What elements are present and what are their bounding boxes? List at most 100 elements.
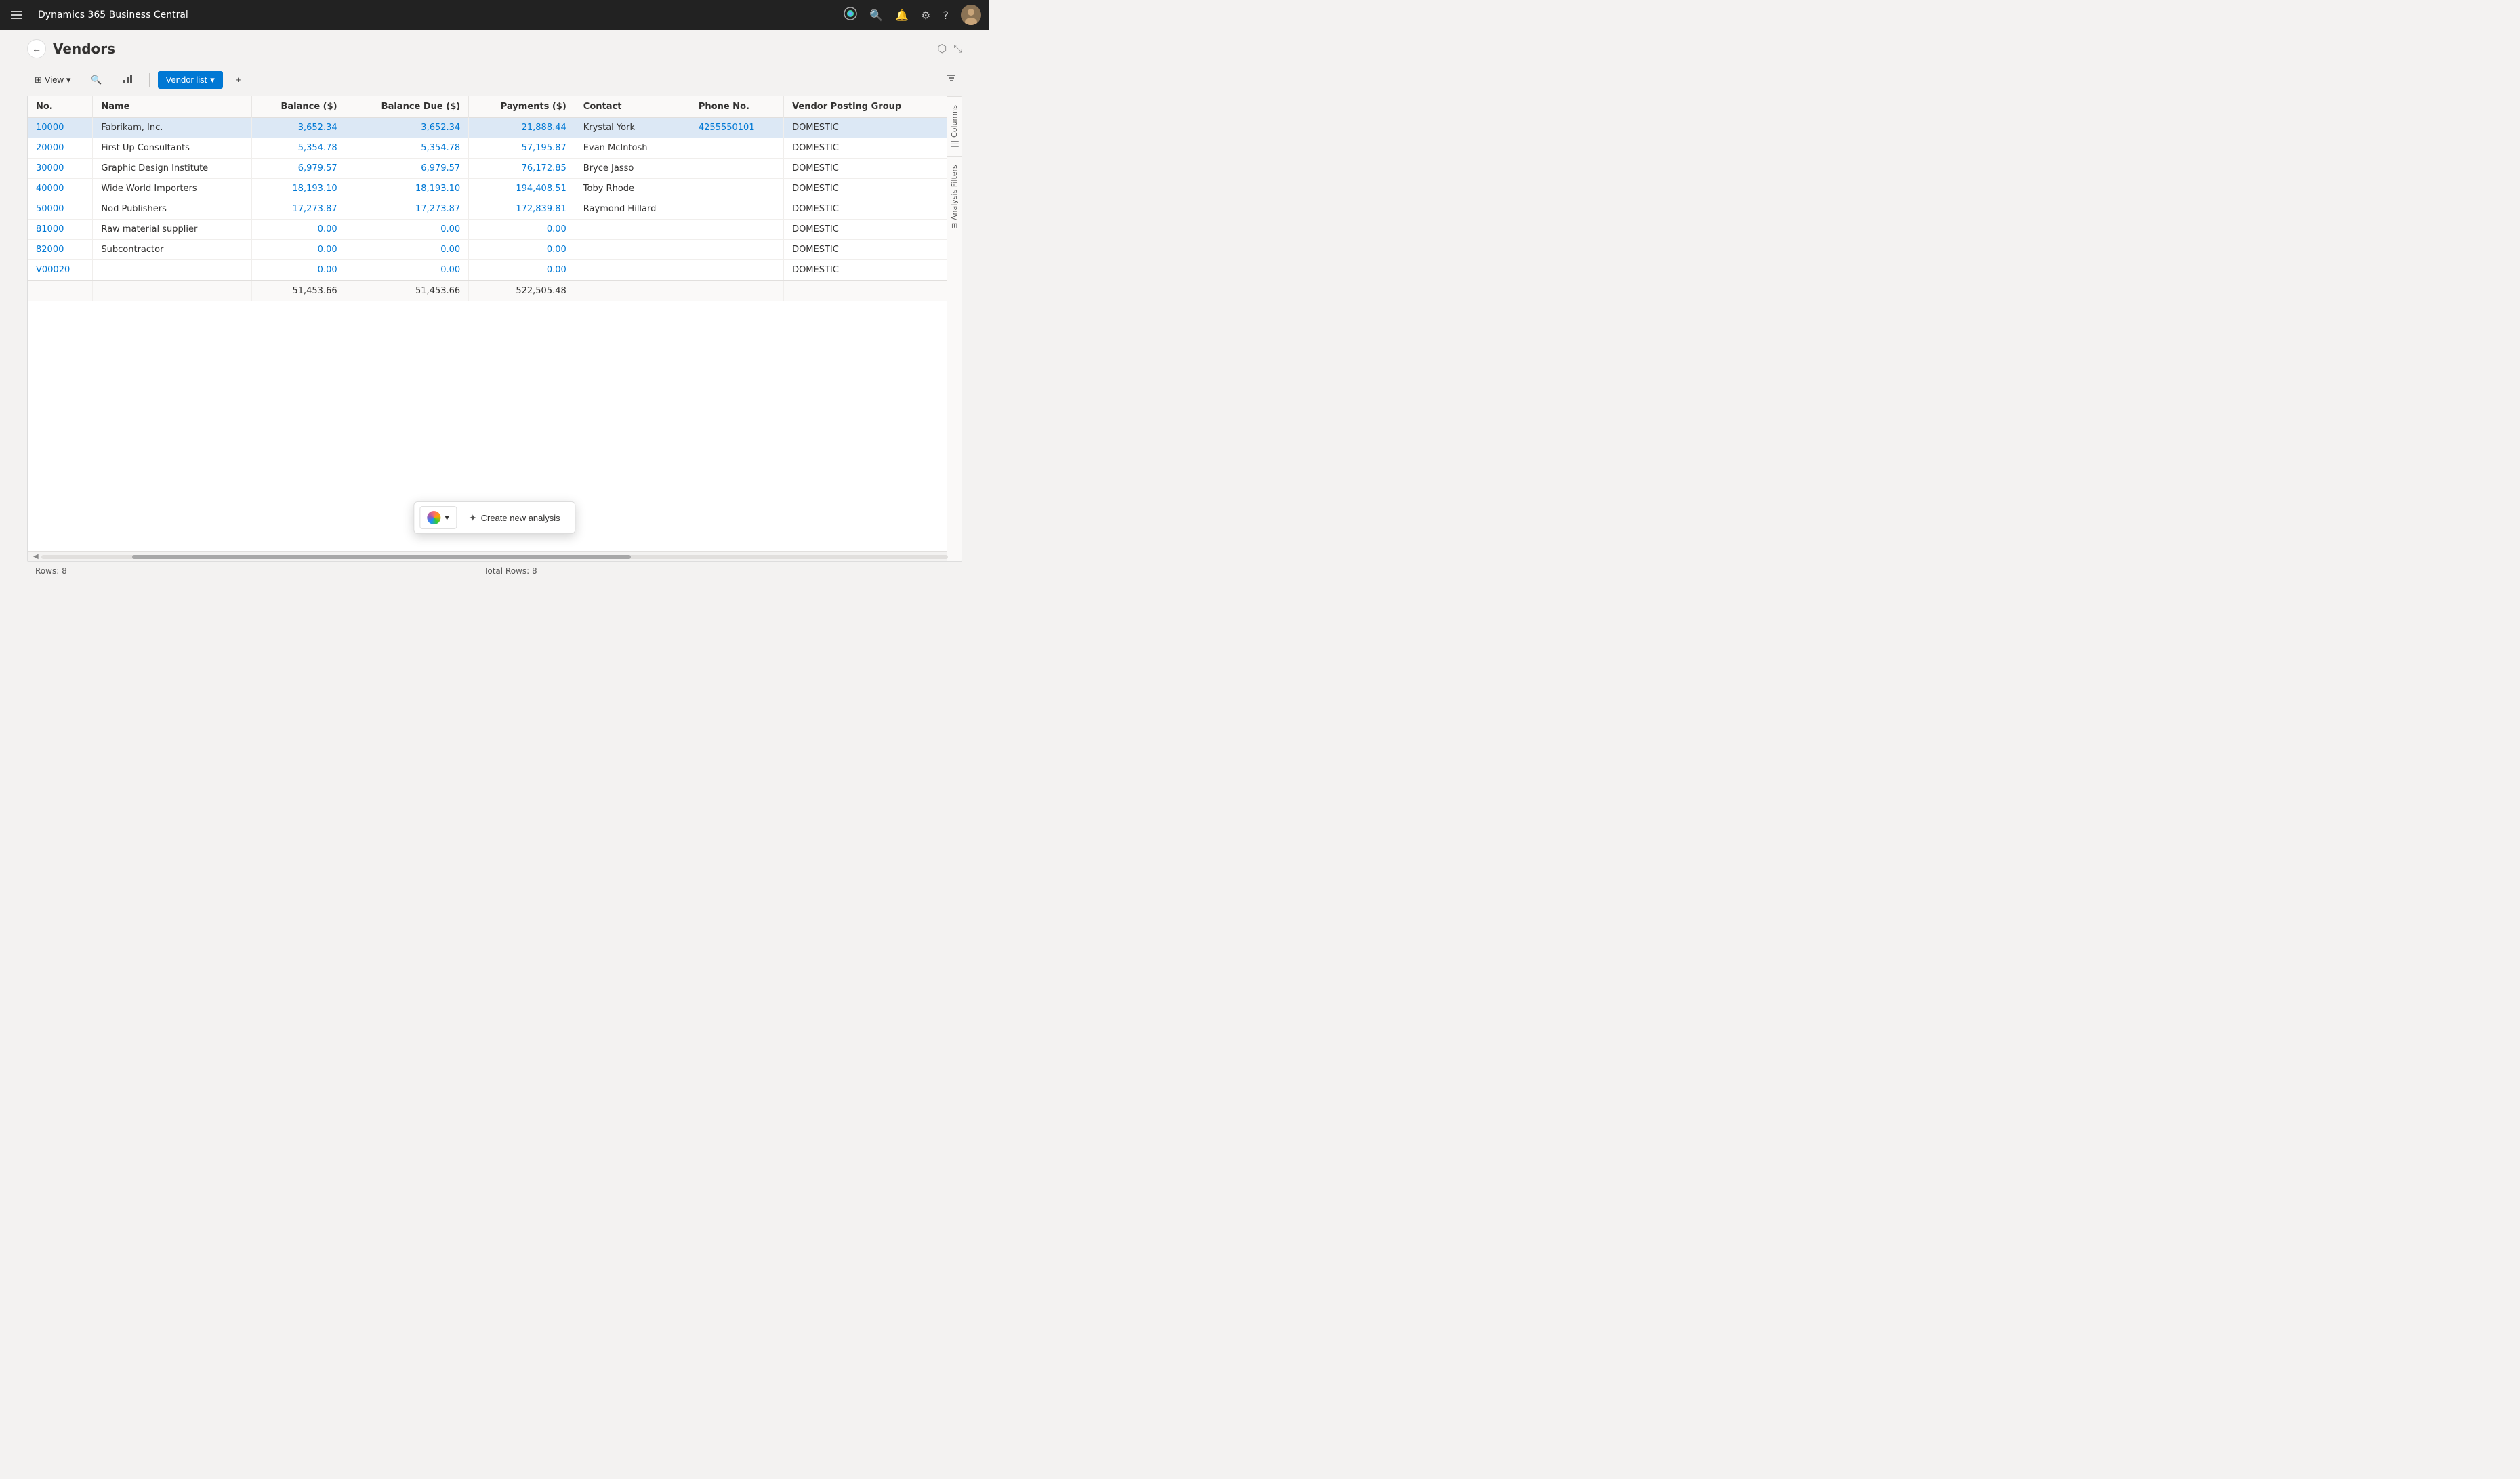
cell-balance: 18,193.10 (251, 179, 346, 199)
cell-no[interactable]: 20000 (28, 138, 93, 159)
cell-balance: 17,273.87 (251, 199, 346, 220)
cell-posting-group: DOMESTIC (784, 179, 962, 199)
table-row[interactable]: 81000 Raw material supplier 0.00 0.00 0.… (28, 220, 962, 240)
cell-no[interactable]: V00020 (28, 260, 93, 281)
table-row[interactable]: 50000 Nod Publishers 17,273.87 17,273.87… (28, 199, 962, 220)
avatar[interactable] (961, 5, 981, 25)
content-area: No. Name Balance ($) Balance Due ($) Pay… (27, 96, 962, 562)
scroll-left-arrow[interactable]: ◀ (30, 553, 41, 560)
cell-balance: 5,354.78 (251, 138, 346, 159)
cell-no[interactable]: 40000 (28, 179, 93, 199)
col-header-no[interactable]: No. (28, 96, 93, 118)
create-analysis-label: Create new analysis (481, 513, 560, 523)
tab-label: Vendor list (166, 75, 207, 85)
cell-phone (690, 199, 783, 220)
page-header-actions: ⬡ ⤡ (937, 42, 962, 56)
total-contact (575, 280, 690, 301)
cell-payments: 0.00 (469, 220, 575, 240)
col-header-payments[interactable]: Payments ($) (469, 96, 575, 118)
cell-no[interactable]: 10000 (28, 118, 93, 138)
expand-icon[interactable]: ⬡ (937, 42, 947, 56)
view-dropdown-icon: ▾ (66, 75, 71, 85)
analysis-filters-label: Analysis Filters (950, 165, 959, 220)
analysis-mode-button[interactable] (115, 69, 141, 90)
status-bar: Rows: 8 Total Rows: 8 (27, 562, 962, 580)
toolbar-divider (149, 73, 150, 87)
vendors-table: No. Name Balance ($) Balance Due ($) Pay… (28, 96, 962, 301)
cell-name: First Up Consultants (93, 138, 251, 159)
filter-button[interactable] (941, 70, 962, 89)
create-analysis-button[interactable]: ✦ Create new analysis (459, 508, 570, 528)
cell-balance: 0.00 (251, 220, 346, 240)
table-row[interactable]: 10000 Fabrikam, Inc. 3,652.34 3,652.34 2… (28, 118, 962, 138)
cell-balance-due: 0.00 (346, 260, 469, 281)
cell-contact (575, 260, 690, 281)
cell-phone (690, 179, 783, 199)
view-button[interactable]: ⊞ View ▾ (27, 70, 78, 89)
back-button[interactable]: ← (27, 39, 46, 58)
total-phone (690, 280, 783, 301)
col-header-balance[interactable]: Balance ($) (251, 96, 346, 118)
vendor-list-tab[interactable]: Vendor list ▾ (158, 71, 223, 89)
table-wrapper[interactable]: No. Name Balance ($) Balance Due ($) Pay… (28, 96, 962, 551)
cell-contact: Toby Rhode (575, 179, 690, 199)
cell-posting-group: DOMESTIC (784, 220, 962, 240)
cell-balance: 0.00 (251, 240, 346, 260)
total-payments: 522,505.48 (469, 280, 575, 301)
notification-icon[interactable]: 🔔 (895, 9, 909, 22)
cell-payments: 21,888.44 (469, 118, 575, 138)
cell-posting-group: DOMESTIC (784, 159, 962, 179)
table-row[interactable]: 30000 Graphic Design Institute 6,979.57 … (28, 159, 962, 179)
cell-posting-group: DOMESTIC (784, 138, 962, 159)
rows-count: Rows: 8 (35, 566, 67, 576)
copilot-button[interactable]: ▾ (419, 506, 457, 529)
columns-tab[interactable]: ||| Columns (947, 96, 962, 156)
topbar: Dynamics 365 Business Central 🔍 🔔 ⚙ ? (0, 0, 989, 30)
col-header-contact[interactable]: Contact (575, 96, 690, 118)
toolbar: ⊞ View ▾ 🔍 Vendor list ▾ + (27, 65, 962, 96)
copilot-icon[interactable] (844, 7, 857, 24)
cell-no[interactable]: 82000 (28, 240, 93, 260)
cell-contact: Raymond Hillard (575, 199, 690, 220)
search-icon[interactable]: 🔍 (869, 9, 883, 22)
columns-icon: ||| (950, 140, 959, 148)
scroll-track[interactable] (41, 555, 949, 559)
cell-name: Subcontractor (93, 240, 251, 260)
cell-no[interactable]: 81000 (28, 220, 93, 240)
cell-name (93, 260, 251, 281)
table-row[interactable]: V00020 0.00 0.00 0.00 DOMESTIC (28, 260, 962, 281)
analysis-filters-tab[interactable]: ⊟ Analysis Filters (947, 156, 962, 237)
cell-contact (575, 240, 690, 260)
table-row[interactable]: 20000 First Up Consultants 5,354.78 5,35… (28, 138, 962, 159)
search-button[interactable]: 🔍 (83, 70, 109, 89)
cell-phone: 4255550101 (690, 118, 783, 138)
scroll-thumb[interactable] (132, 555, 631, 559)
cell-no[interactable]: 50000 (28, 199, 93, 220)
col-header-balance-due[interactable]: Balance Due ($) (346, 96, 469, 118)
cell-phone (690, 260, 783, 281)
horizontal-scrollbar[interactable]: ◀ ▶ (28, 551, 962, 561)
table-row[interactable]: 82000 Subcontractor 0.00 0.00 0.00 DOMES… (28, 240, 962, 260)
col-header-posting-group[interactable]: Vendor Posting Group (784, 96, 962, 118)
settings-icon[interactable]: ⚙ (921, 9, 930, 22)
cell-contact: Krystal York (575, 118, 690, 138)
nav-menu-button[interactable] (8, 8, 24, 22)
cell-balance: 3,652.34 (251, 118, 346, 138)
col-header-phone[interactable]: Phone No. (690, 96, 783, 118)
cell-posting-group: DOMESTIC (784, 240, 962, 260)
add-tab-button[interactable]: + (228, 70, 249, 89)
page: ← Vendors ⬡ ⤡ ⊞ View ▾ 🔍 Ven (0, 30, 989, 580)
table-row[interactable]: 40000 Wide World Importers 18,193.10 18,… (28, 179, 962, 199)
cell-contact: Evan McIntosh (575, 138, 690, 159)
cell-name: Fabrikam, Inc. (93, 118, 251, 138)
table-footer: 51,453.66 51,453.66 522,505.48 (28, 280, 962, 301)
cell-phone (690, 138, 783, 159)
collapse-icon[interactable]: ⤡ (953, 42, 962, 56)
cell-posting-group: DOMESTIC (784, 199, 962, 220)
col-header-name[interactable]: Name (93, 96, 251, 118)
cell-balance: 6,979.57 (251, 159, 346, 179)
help-icon[interactable]: ? (943, 9, 949, 22)
cell-no[interactable]: 30000 (28, 159, 93, 179)
total-no (28, 280, 93, 301)
cell-phone (690, 220, 783, 240)
